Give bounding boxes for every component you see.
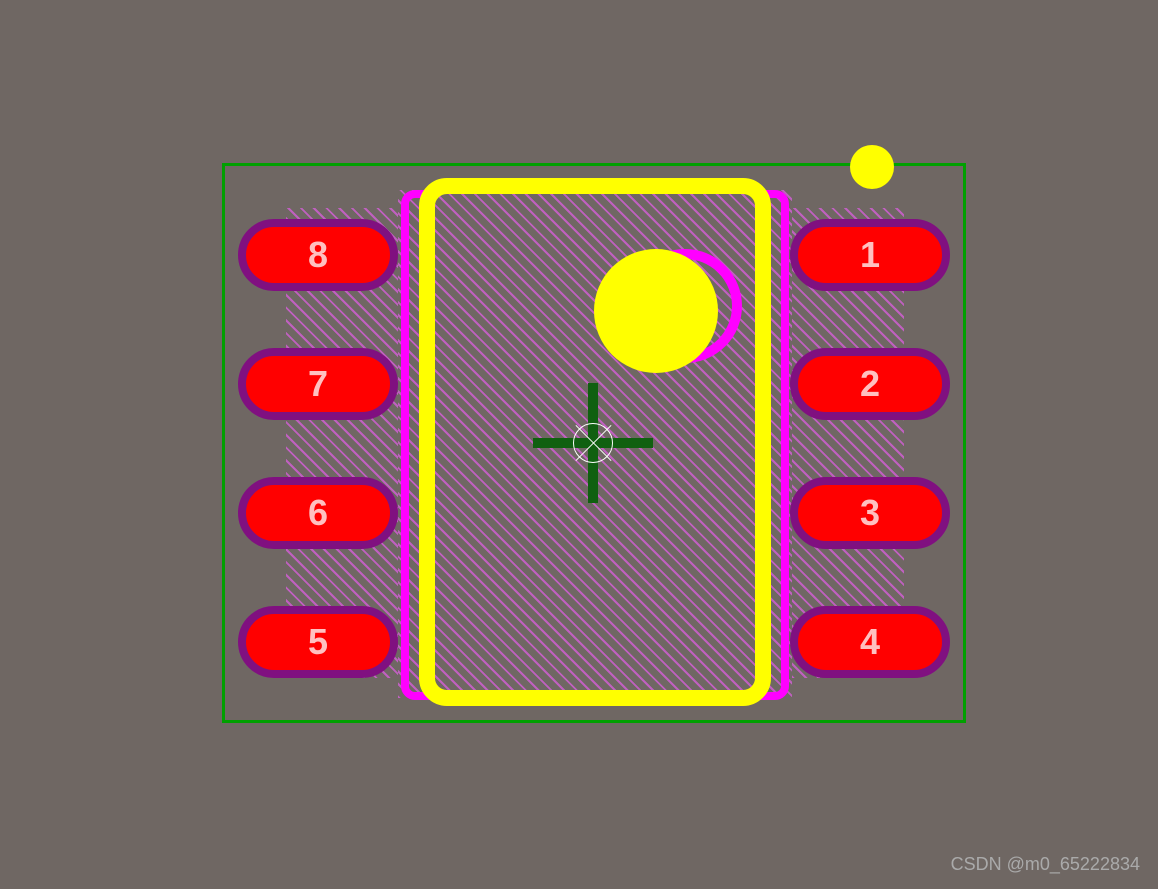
- watermark-text: CSDN @m0_65222834: [951, 854, 1140, 875]
- pad-8[interactable]: 8: [238, 219, 398, 291]
- pad-number-label: 7: [308, 363, 328, 405]
- pad-number-label: 2: [860, 363, 880, 405]
- pad-5[interactable]: 5: [238, 606, 398, 678]
- pad-2[interactable]: 2: [790, 348, 950, 420]
- pad-6[interactable]: 6: [238, 477, 398, 549]
- pcb-footprint-canvas[interactable]: 8 7 6 5 1 2 3 4: [0, 0, 1158, 889]
- pin1-silk-dot-outer: [850, 145, 894, 189]
- pad-3[interactable]: 3: [790, 477, 950, 549]
- pad-number-label: 6: [308, 492, 328, 534]
- pad-number-label: 5: [308, 621, 328, 663]
- pad-number-label: 1: [860, 234, 880, 276]
- pad-4[interactable]: 4: [790, 606, 950, 678]
- pad-1[interactable]: 1: [790, 219, 950, 291]
- pad-number-label: 8: [308, 234, 328, 276]
- pad-7[interactable]: 7: [238, 348, 398, 420]
- pad-number-label: 4: [860, 621, 880, 663]
- pad-number-label: 3: [860, 492, 880, 534]
- pin1-silk-dot-inner: [594, 249, 718, 373]
